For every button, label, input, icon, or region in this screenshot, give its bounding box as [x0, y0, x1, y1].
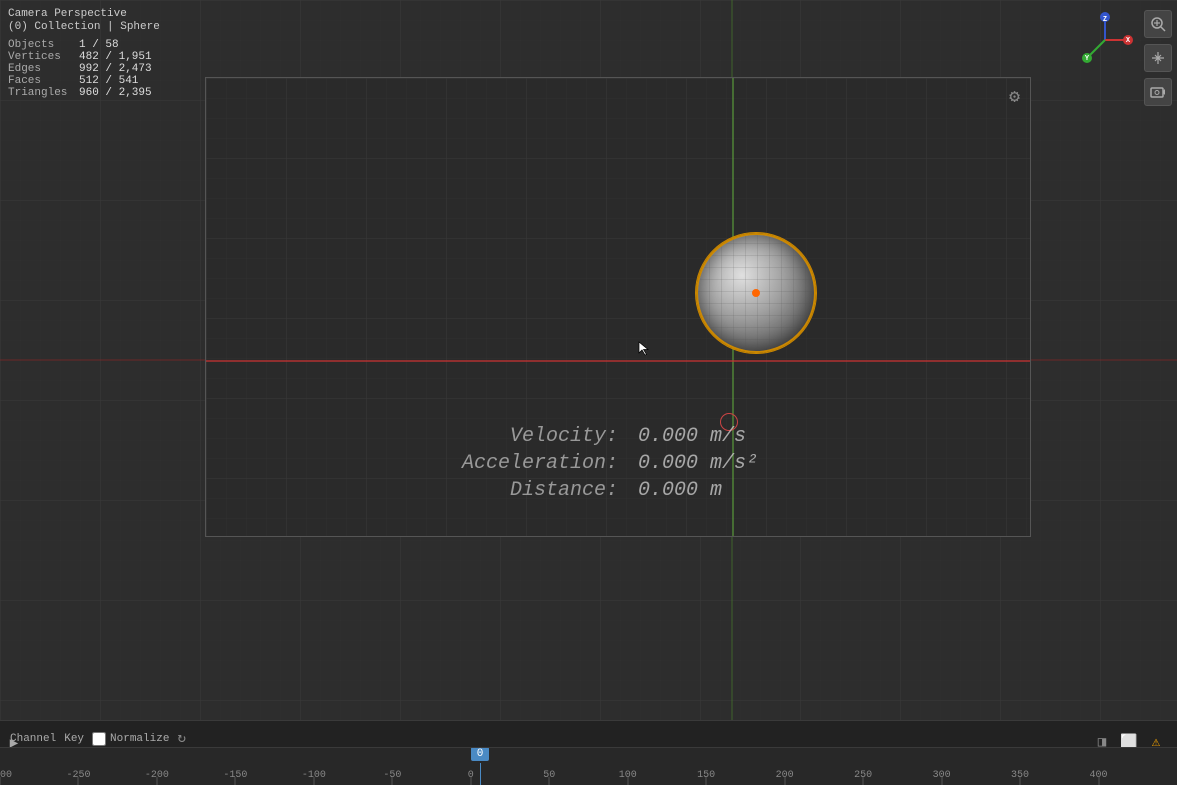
ruler-label: 200: [776, 770, 794, 781]
camera-button[interactable]: [1144, 78, 1172, 106]
zoom-button[interactable]: [1144, 10, 1172, 38]
settings-icon[interactable]: ⚙: [1009, 86, 1020, 108]
axis-widget: Z X Y: [1075, 10, 1135, 70]
ruler-label: -150: [223, 770, 247, 781]
timeline-panel: ▶ Channel Key Normalize ↻ ◨ ⬜ ⚠ -300-250…: [0, 720, 1177, 785]
ruler-label: 150: [697, 770, 715, 781]
faces-label: Faces: [8, 75, 73, 87]
ruler-label: -300: [0, 770, 12, 781]
vertices-value: 482 / 1,951: [79, 51, 152, 63]
objects-label: Objects: [8, 39, 73, 51]
vertices-label: Vertices: [8, 51, 73, 63]
ruler-label: 400: [1090, 770, 1108, 781]
viewport-subtitle: (0) Collection | Sphere: [8, 21, 160, 33]
ruler-label: -250: [66, 770, 90, 781]
timeline-ruler[interactable]: -300 -250 -200 -150 -100 -50 0 50 100 150 200 250 30…: [0, 747, 1177, 785]
triangles-value: 960 / 2,395: [79, 87, 152, 99]
refresh-icon[interactable]: ↻: [177, 730, 185, 747]
ruler-label: 250: [854, 770, 872, 781]
frame-number: 0: [471, 747, 490, 761]
stats-panel: Camera Perspective (0) Collection | Sphe…: [8, 8, 160, 99]
ruler-label: -200: [145, 770, 169, 781]
key-label: Key: [64, 733, 84, 745]
normalize-area: Normalize: [92, 732, 169, 746]
right-toolbar: [1144, 10, 1172, 106]
camera-view: ⚙ Velocity: 0.000 m/s Acceleration: 0.00…: [205, 77, 1031, 537]
svg-text:Z: Z: [1103, 16, 1107, 24]
objects-value: 1 / 58: [79, 39, 119, 51]
ruler-label: 300: [933, 770, 951, 781]
triangles-label: Triangles: [8, 87, 73, 99]
ruler-label: 350: [1011, 770, 1029, 781]
ruler-label: 100: [619, 770, 637, 781]
frame-line: [480, 763, 481, 785]
sphere-object: [696, 233, 816, 353]
current-frame-indicator: 0: [471, 747, 490, 785]
sphere-mesh: [696, 233, 816, 353]
normalize-label: Normalize: [110, 733, 169, 745]
pan-button[interactable]: [1144, 44, 1172, 72]
viewport-title: Camera Perspective: [8, 8, 160, 20]
ruler-label: -100: [302, 770, 326, 781]
origin-marker: [720, 413, 738, 431]
viewport: ⚙ Velocity: 0.000 m/s Acceleration: 0.00…: [0, 0, 1177, 720]
ruler-label: 50: [543, 770, 555, 781]
normalize-checkbox[interactable]: [92, 732, 106, 746]
edges-label: Edges: [8, 63, 73, 75]
edges-value: 992 / 2,473: [79, 63, 152, 75]
ruler-label: -50: [383, 770, 401, 781]
sphere-origin: [752, 289, 760, 297]
faces-value: 512 / 541: [79, 75, 138, 87]
